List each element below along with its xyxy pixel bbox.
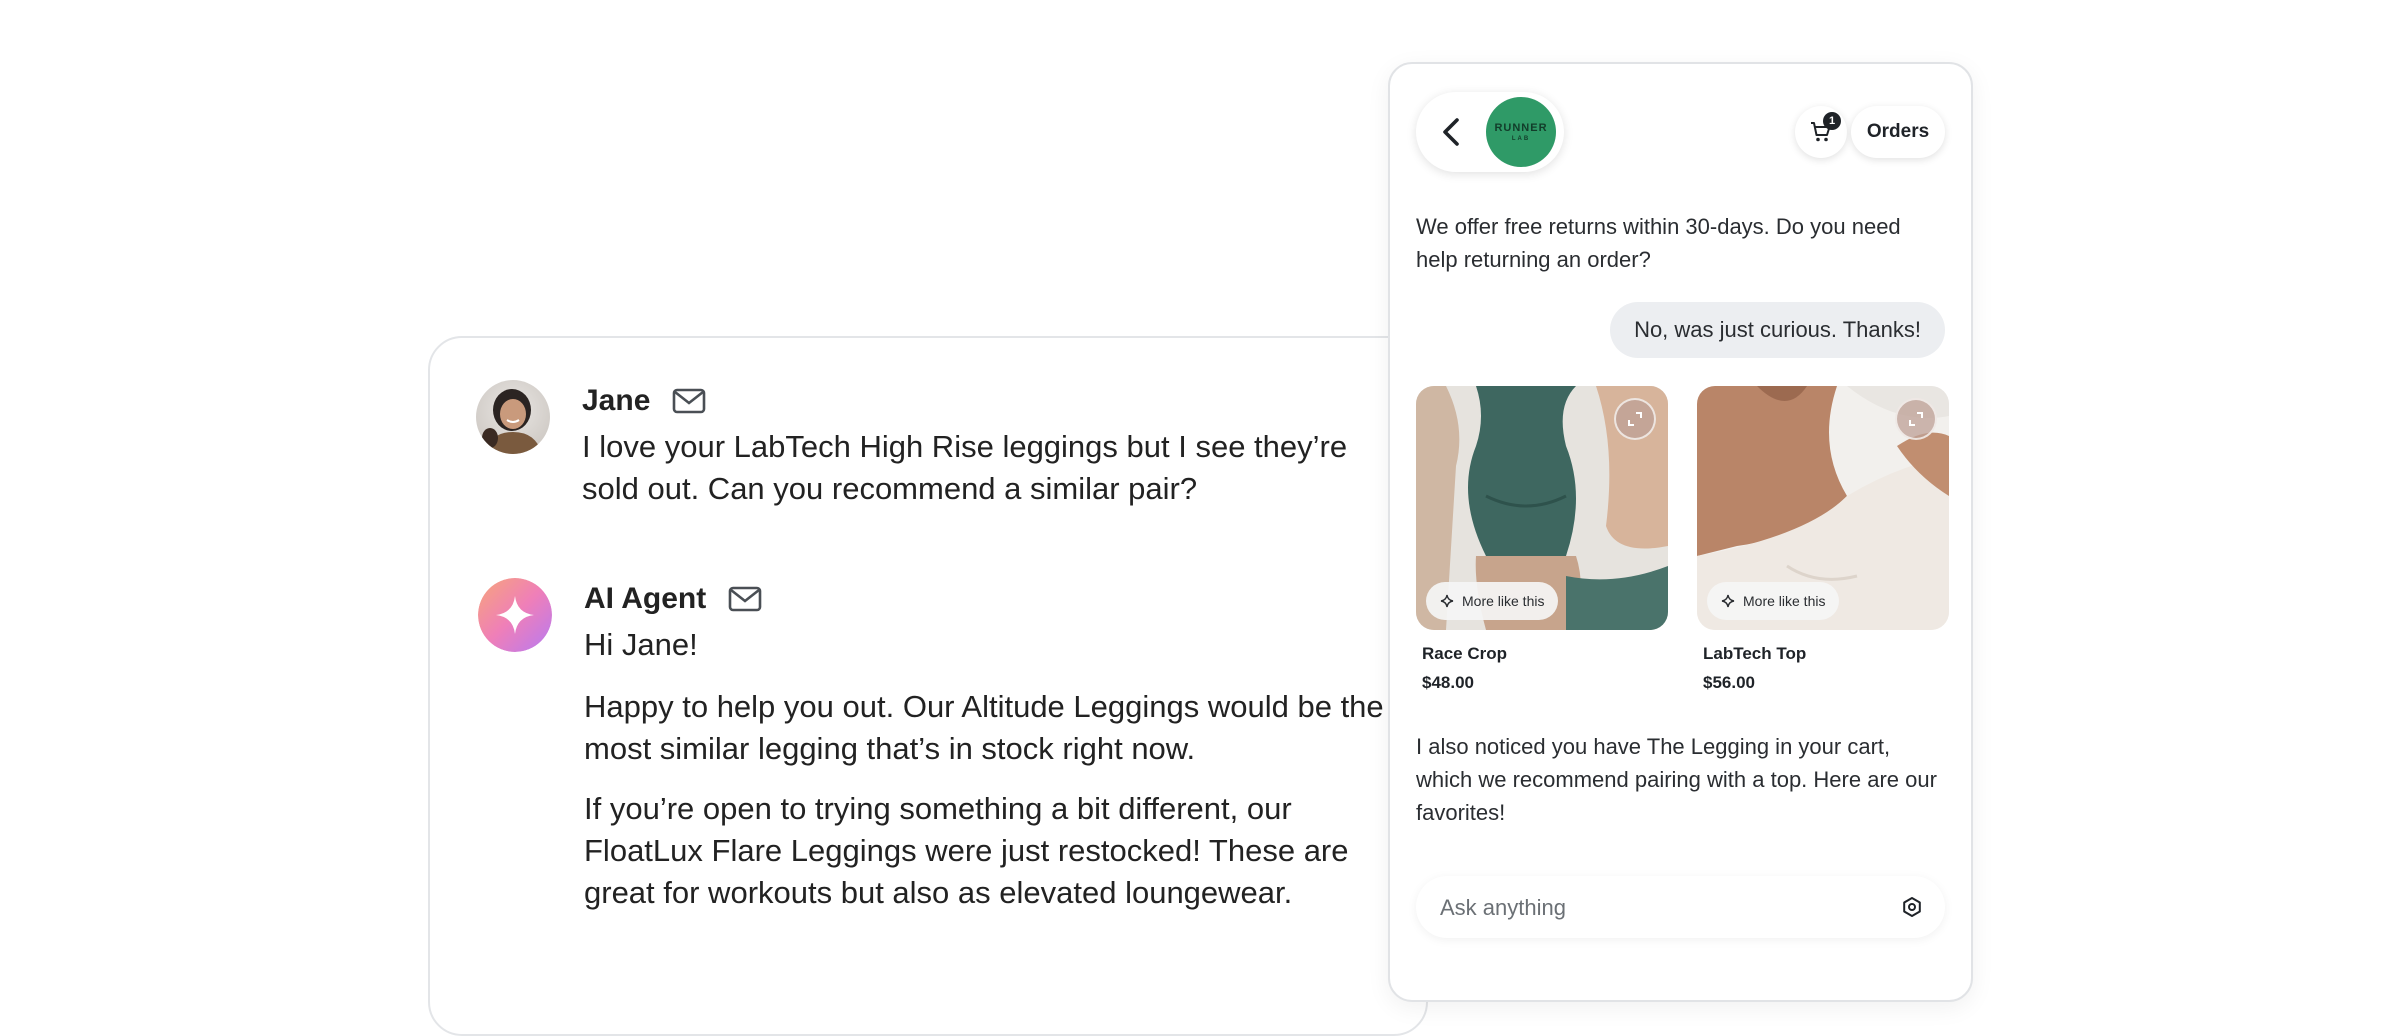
cart-button[interactable]: 1 (1795, 106, 1847, 158)
ai-agent-avatar (478, 578, 552, 652)
ask-input[interactable] (1438, 876, 1872, 940)
ask-input-container (1416, 876, 1945, 940)
product-image[interactable]: More like this (1416, 386, 1668, 630)
product-image[interactable]: More like this (1697, 386, 1949, 630)
sender-name: AI Agent (584, 582, 707, 615)
message-text: I love your LabTech High Rise leggings b… (582, 429, 1348, 506)
orders-button[interactable]: Orders (1851, 106, 1945, 158)
mail-icon (673, 388, 706, 414)
product-card[interactable]: More like this Race Crop $48.00 (1416, 386, 1668, 693)
more-like-this-button[interactable]: More like this (1426, 582, 1559, 620)
bot-message: We offer free returns within 30-days. Do… (1416, 214, 1901, 272)
chevron-left-icon[interactable] (1434, 114, 1470, 150)
widget-header: RUNNER LAB 1 Orders (1416, 92, 1945, 172)
brand-pill: RUNNER LAB (1416, 92, 1564, 172)
jane-avatar (476, 380, 550, 454)
message-text: Happy to help you out. Our Altitude Legg… (584, 689, 1384, 766)
expand-icon[interactable] (1895, 398, 1937, 440)
cart-count-badge: 1 (1823, 112, 1841, 130)
user-message: No, was just curious. Thanks! (1610, 302, 1945, 358)
sender-name: Jane (582, 384, 651, 417)
settings-icon[interactable] (1901, 896, 1923, 918)
product-price: $48.00 (1422, 673, 1474, 692)
message-text: If you’re open to trying something a bit… (584, 791, 1349, 910)
sparkle-icon (1440, 594, 1454, 608)
chat-widget: RUNNER LAB 1 Orders We offer free return… (1388, 62, 1973, 1002)
more-like-this-button[interactable]: More like this (1707, 582, 1840, 620)
brand-logo: RUNNER LAB (1486, 97, 1556, 167)
bot-message: I also noticed you have The Legging in y… (1416, 734, 1937, 825)
product-carousel: More like this Race Crop $48.00 More lik… (1416, 386, 1949, 696)
mail-icon (728, 586, 762, 612)
product-name: LabTech Top (1703, 644, 1807, 663)
message-text: Hi Jane! (584, 627, 698, 662)
product-card[interactable]: More like this LabTech Top $56.00 (1697, 386, 1949, 693)
conversation-thread: Jane I love your LabTech High Rise leggi… (428, 336, 1428, 1036)
product-name: Race Crop (1422, 644, 1508, 663)
expand-icon[interactable] (1614, 398, 1656, 440)
sparkle-icon (1721, 594, 1735, 608)
product-price: $56.00 (1703, 673, 1755, 692)
